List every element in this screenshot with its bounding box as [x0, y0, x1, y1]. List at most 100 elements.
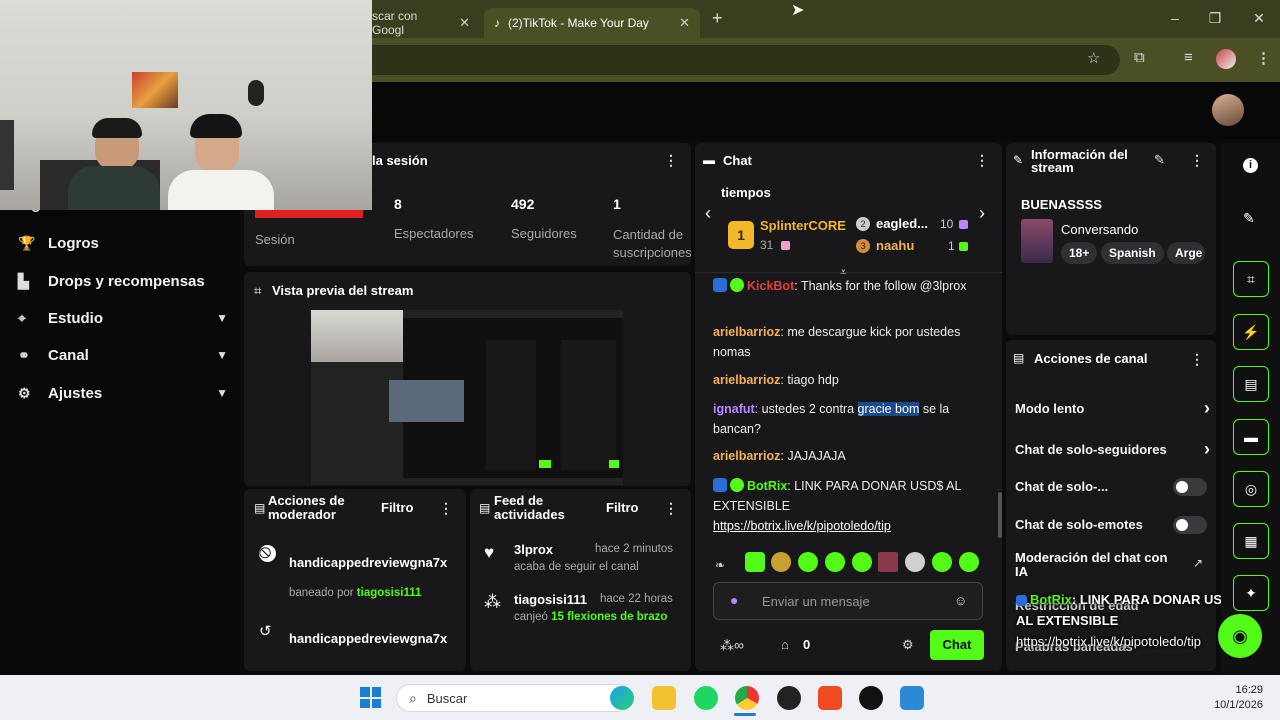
emote-icon[interactable] [959, 552, 979, 572]
browser-profile-avatar[interactable] [1216, 49, 1236, 69]
app-icon[interactable] [777, 686, 801, 710]
emote-icon[interactable] [878, 552, 898, 572]
lightning-icon[interactable]: ⚡ [1233, 314, 1269, 350]
chat-link[interactable]: https://botrix.live/k/pipotoledo/tip [713, 519, 891, 533]
clock-time[interactable]: 16:29 [1200, 684, 1263, 696]
chat-scrollbar[interactable] [998, 492, 1002, 538]
stream-preview-video[interactable] [311, 310, 623, 485]
emote-icon[interactable] [771, 552, 791, 572]
microphone-icon[interactable]: ● [730, 592, 738, 608]
brave-icon[interactable] [818, 686, 842, 710]
emotes-only-toggle[interactable] [1173, 516, 1207, 534]
more-options-icon[interactable]: ⋮ [439, 500, 453, 517]
category-thumbnail[interactable] [1021, 219, 1053, 263]
chat-bubble-icon[interactable]: ▬ [1233, 419, 1269, 455]
emoji-icon[interactable]: ☺ [954, 593, 967, 608]
moderator-filter-button[interactable]: Filtro [381, 500, 414, 515]
close-tab-icon[interactable]: ✕ [679, 15, 690, 31]
active-app-indicator [734, 713, 756, 716]
media-control-icon[interactable]: ≡ [1184, 49, 1193, 66]
sidebar-item-estudio[interactable]: ⌖ Estudio ▼ [18, 306, 228, 330]
close-tab-icon[interactable]: ✕ [459, 15, 470, 31]
document-icon[interactable]: ▤ [1233, 366, 1269, 402]
followers-only-row[interactable]: Chat de solo-seguidores › [1015, 439, 1210, 460]
chat-username[interactable]: KickBot [747, 279, 794, 293]
emote-icon[interactable] [932, 552, 952, 572]
emote-icon[interactable] [905, 552, 925, 572]
spotify-icon[interactable] [694, 686, 718, 710]
moderator-username[interactable]: tiagosisi111 [357, 587, 422, 599]
sidebar-item-ajustes[interactable]: ⚙ Ajustes ▼ [18, 381, 228, 405]
layout-icon[interactable]: ▦ [1233, 523, 1269, 559]
leader-name[interactable]: SplinterCORE [760, 218, 846, 233]
feed-filter-button[interactable]: Filtro [606, 500, 639, 515]
chat-username[interactable]: arielbarrioz [713, 325, 780, 339]
app-icon[interactable] [900, 686, 924, 710]
browser-tab-google[interactable]: scar con Googl ✕ [362, 8, 480, 38]
points-icon[interactable]: ⁂∞ [720, 637, 744, 654]
minimize-button[interactable]: – [1160, 10, 1190, 26]
more-options-icon[interactable]: ⋮ [664, 500, 678, 517]
sidebar-item-logros[interactable]: 🏆 Logros [18, 231, 228, 255]
subs-only-toggle[interactable] [1173, 478, 1207, 496]
emote-icon[interactable] [825, 552, 845, 572]
send-chat-button[interactable]: Chat [930, 630, 984, 660]
edit-icon[interactable]: ✎ [1154, 152, 1165, 168]
reward-name: 15 flexiones de brazo [551, 611, 668, 623]
windows-start-icon[interactable] [360, 687, 381, 708]
star-bookmark-icon[interactable]: ☆ [1087, 49, 1100, 67]
slow-mode-row[interactable]: Modo lento › [1015, 398, 1210, 419]
action-label: Chat de solo-... [1015, 479, 1109, 494]
list-icon: ▤ [1013, 351, 1025, 365]
moderated-user[interactable]: handicappedreviewgna7x [289, 631, 447, 646]
file-explorer-icon[interactable] [652, 686, 676, 710]
more-options-icon[interactable]: ⋮ [1190, 152, 1204, 169]
more-options-icon[interactable]: ⋮ [1190, 351, 1204, 368]
emote-icon[interactable] [852, 552, 872, 572]
sidebar-item-canal[interactable]: ⚭ Canal ▼ [18, 343, 228, 367]
category-name[interactable]: Conversando [1061, 222, 1138, 237]
sidebar-item-drops[interactable]: ▙ Drops y recompensas [18, 269, 228, 293]
ai-moderation-row[interactable]: Moderación del chat con IA [1015, 551, 1180, 579]
more-options-icon[interactable]: ⋮ [975, 152, 989, 169]
extensions-icon[interactable]: ⧉ [1134, 49, 1145, 66]
info-icon[interactable]: i [1243, 158, 1258, 173]
gear-icon[interactable]: ⚙ [902, 637, 914, 653]
feed-user[interactable]: 3lprox [514, 542, 553, 557]
external-link-icon[interactable]: ↗ [1193, 556, 1203, 570]
browser-tab-tiktok[interactable]: ♪ (2)TikTok - Make Your Day ✕ [484, 8, 700, 38]
avatar[interactable] [1212, 94, 1244, 126]
chat-username[interactable]: arielbarrioz [713, 373, 780, 387]
help-chat-button[interactable]: ◉ [1218, 614, 1262, 658]
leaderboard-title: tiempos [721, 185, 771, 200]
leader-name[interactable]: eagled... [876, 216, 928, 231]
new-tab-button[interactable]: + [712, 8, 723, 29]
feed-user[interactable]: tiagosisi111 [514, 592, 587, 607]
edit-icon[interactable]: ✎ [1243, 210, 1255, 227]
leader-name[interactable]: naahu [876, 238, 914, 253]
preview-title: Vista previa del stream [272, 283, 414, 298]
address-bar[interactable] [340, 45, 1120, 75]
clock-date[interactable]: 10/1/2026 [1200, 699, 1263, 711]
tiktok-icon[interactable] [859, 686, 883, 710]
more-options-icon[interactable]: ⋮ [664, 152, 678, 169]
emote-icon[interactable] [798, 552, 818, 572]
chat-username[interactable]: arielbarrioz [713, 449, 780, 463]
chrome-icon[interactable] [735, 686, 759, 710]
taskbar-search[interactable]: ⌕ Buscar [396, 684, 632, 712]
chat-username[interactable]: ignafut [713, 402, 755, 416]
chevron-left-icon[interactable]: ‹ [705, 203, 711, 224]
store-icon[interactable]: ⌂ [781, 637, 789, 652]
chevron-right-icon[interactable]: › [979, 203, 985, 224]
edge-icon[interactable] [610, 686, 634, 710]
emote-icon[interactable] [745, 552, 765, 572]
bot-badge-icon [713, 278, 727, 292]
close-window-button[interactable]: ✕ [1244, 10, 1274, 27]
maximize-button[interactable]: ❐ [1200, 10, 1230, 27]
moderated-user[interactable]: handicappedreviewgna7x [289, 555, 447, 570]
broadcast-icon[interactable]: ◎ [1233, 471, 1269, 507]
chat-username[interactable]: BotRix [747, 479, 787, 493]
clip-icon[interactable]: ⌗ [1233, 261, 1269, 297]
browser-menu-icon[interactable]: ⋮ [1256, 49, 1271, 67]
tools-icon[interactable]: ✦ [1233, 575, 1269, 611]
